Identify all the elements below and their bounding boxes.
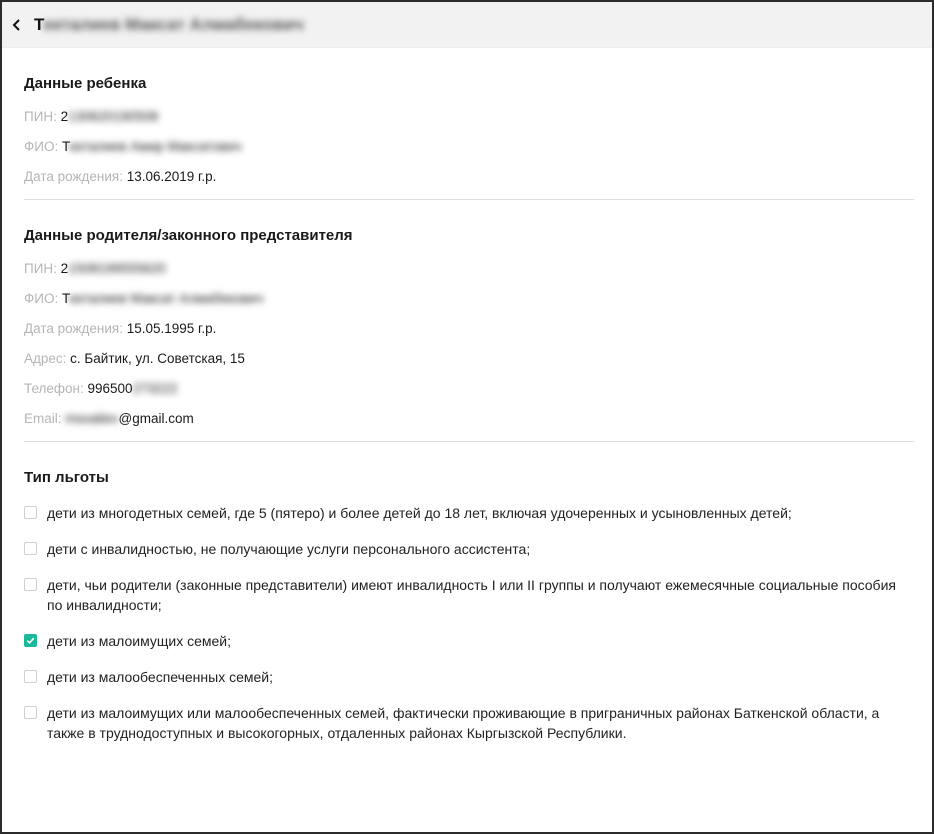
child-dob-label: Дата рождения: xyxy=(24,169,127,184)
child-pin-field: ПИН: 2130620190508 xyxy=(24,109,914,124)
top-bar: Текталиев Максат Алмабекович xyxy=(2,2,932,48)
parent-pin-redacted: 1508199555620 xyxy=(68,261,166,276)
benefit-label: дети из малоимущих семей; xyxy=(47,633,232,649)
chevron-left-icon xyxy=(12,18,20,31)
child-section-title: Данные ребенка xyxy=(24,75,147,92)
page-title: Текталиев Максат Алмабекович xyxy=(34,15,304,35)
child-pin-redacted: 130620190508 xyxy=(68,109,159,124)
benefits-list: дети из многодетных семей, где 5 (пятеро… xyxy=(24,503,914,743)
parent-address-value: с. Байтик, ул. Советская, 15 xyxy=(70,351,245,366)
benefit-checkbox[interactable] xyxy=(24,578,37,591)
parent-fio-field: ФИО: Текталиев Максат Алмабекович xyxy=(24,291,914,306)
parent-dob-label: Дата рождения: xyxy=(24,321,127,336)
child-fio-redacted: екталиев Амир Максатович xyxy=(69,139,242,154)
parent-phone-value: 996500 xyxy=(87,381,133,396)
page-title-redacted: екталиев Максат Алмабекович xyxy=(43,14,304,34)
benefit-item[interactable]: дети, чьи родители (законные представите… xyxy=(24,575,914,615)
parent-email-label: Email: xyxy=(24,411,66,426)
parent-fio-redacted: екталиев Максат Алмабекович xyxy=(69,291,264,306)
parent-address-label: Адрес: xyxy=(24,351,71,366)
parent-pin-field: ПИН: 21508199555620 xyxy=(24,261,914,276)
benefit-checkbox[interactable] xyxy=(24,670,37,683)
benefit-checkbox[interactable] xyxy=(24,506,37,519)
child-pin-label: ПИН: xyxy=(24,109,61,124)
parent-email-field: Email: msoaliev@gmail.com xyxy=(24,411,914,426)
parent-section-title: Данные родителя/законного представителя xyxy=(24,227,353,244)
benefit-checkbox[interactable] xyxy=(24,706,37,719)
parent-email-value: @gmail.com xyxy=(118,411,194,426)
benefit-checkbox[interactable] xyxy=(24,542,37,555)
parent-address-field: Адрес: с. Байтик, ул. Советская, 15 xyxy=(24,351,914,366)
benefit-label: дети с инвалидностью, не получающие услу… xyxy=(47,541,531,557)
back-button[interactable] xyxy=(12,15,28,35)
benefit-item[interactable]: дети из малообеспеченных семей; xyxy=(24,667,914,687)
benefit-item[interactable]: дети из многодетных семей, где 5 (пятеро… xyxy=(24,503,914,523)
parent-dob-value: 15.05.1995 г.р. xyxy=(126,321,217,336)
benefit-item[interactable]: дети из малоимущих семей; xyxy=(24,631,914,651)
parent-phone-redacted: 273222 xyxy=(132,381,178,396)
benefits-section-title: Тип льготы xyxy=(24,469,109,486)
child-fio-label: ФИО: xyxy=(24,139,62,154)
parent-phone-field: Телефон: 996500273222 xyxy=(24,381,914,396)
parent-email-redacted: msoaliev xyxy=(65,411,119,426)
benefit-checkbox[interactable] xyxy=(24,634,37,647)
parent-section: Данные родителя/законного представителя … xyxy=(24,200,914,442)
benefit-label: дети из малообеспеченных семей; xyxy=(47,669,274,685)
benefit-label: дети из малоимущих или малообеспеченных … xyxy=(47,705,880,741)
benefit-label: дети, чьи родители (законные представите… xyxy=(47,577,896,613)
application-view: Текталиев Максат Алмабекович Данные ребе… xyxy=(0,0,934,834)
details-content: Данные ребенка ПИН: 2130620190508 ФИО: Т… xyxy=(2,48,932,743)
parent-dob-field: Дата рождения: 15.05.1995 г.р. xyxy=(24,321,914,336)
child-section: Данные ребенка ПИН: 2130620190508 ФИО: Т… xyxy=(24,48,914,200)
child-dob-field: Дата рождения: 13.06.2019 г.р. xyxy=(24,169,914,184)
parent-fio-label: ФИО: xyxy=(24,291,62,306)
checkmark-icon xyxy=(26,637,35,645)
child-fio-field: ФИО: Текталиев Амир Максатович xyxy=(24,139,914,154)
benefit-item[interactable]: дети с инвалидностью, не получающие услу… xyxy=(24,539,914,559)
child-dob-value: 13.06.2019 г.р. xyxy=(126,169,217,184)
page-title-visible: Т xyxy=(34,14,44,34)
parent-phone-label: Телефон: xyxy=(24,381,88,396)
benefit-label: дети из многодетных семей, где 5 (пятеро… xyxy=(47,505,792,521)
benefits-section: Тип льготы дети из многодетных семей, гд… xyxy=(24,442,914,743)
benefit-item[interactable]: дети из малоимущих или малообеспеченных … xyxy=(24,703,914,743)
parent-pin-label: ПИН: xyxy=(24,261,61,276)
